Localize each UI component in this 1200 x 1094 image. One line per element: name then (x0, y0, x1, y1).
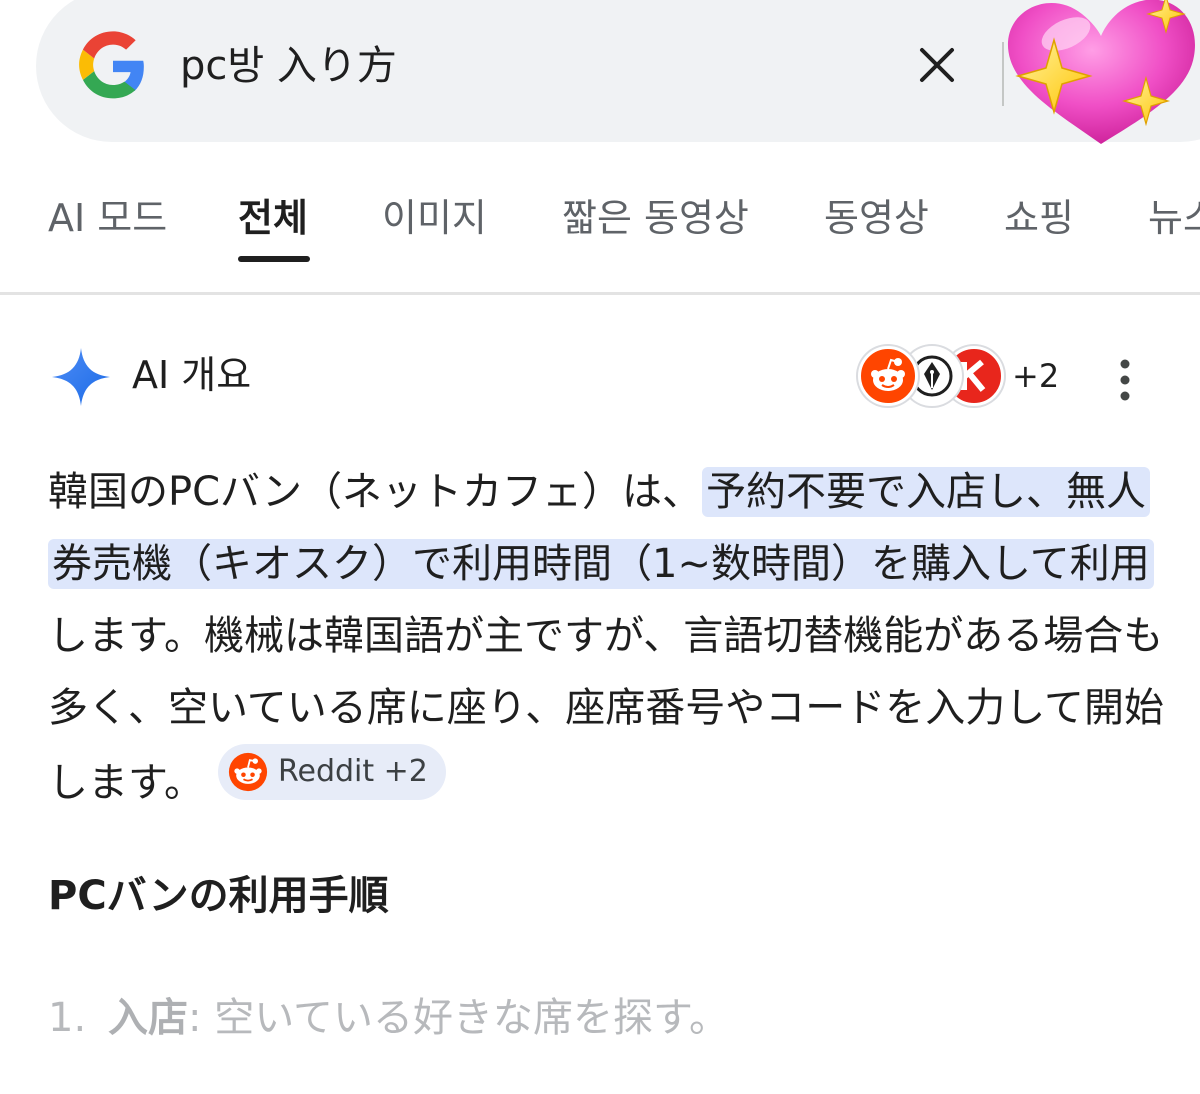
search-results-page: pc방 入り方 AI 모드 전체 이미지 짧은 동영상 동영상 쇼핑 뉴 AI … (0, 0, 1200, 1094)
source-avatars[interactable] (856, 346, 1006, 410)
list-item-text: : 空いている好きな席を探す。 (188, 995, 729, 1041)
tab-shopping[interactable]: 쇼핑 (1004, 192, 1074, 244)
sources-extra-count[interactable]: +2 (1012, 354, 1059, 398)
tab-short-videos[interactable]: 짧은 동영상 (562, 192, 749, 244)
more-vert-icon[interactable] (1106, 356, 1144, 404)
close-icon[interactable] (912, 40, 962, 90)
tab-ai-mode[interactable]: AI 모드 (48, 192, 167, 244)
search-tabs: AI 모드 전체 이미지 짧은 동영상 동영상 쇼핑 뉴스 (0, 188, 1200, 296)
list-item-number: 1. (48, 995, 87, 1041)
ai-overview-title: AI 개요 (132, 353, 252, 397)
tabs-divider (0, 292, 1200, 295)
gemini-spark-icon (52, 348, 110, 406)
source-chip[interactable]: Reddit +2 (218, 744, 446, 800)
list-item: 1. 入店: 空いている好きな席を探す。 (48, 990, 729, 1046)
tab-images[interactable]: 이미지 (382, 192, 487, 244)
reddit-icon (228, 752, 268, 792)
list-item-term: 入店 (108, 995, 188, 1041)
paragraph-intro: 韓国のPCバン（ネットカフェ）は、 (48, 469, 703, 515)
reddit-icon (858, 346, 918, 406)
ai-overview-paragraph: 韓国のPCバン（ネットカフェ）は、 予約不要で入店し、無人券売機（キオスク）で利用… (48, 456, 1178, 819)
search-query-text[interactable]: pc방 入り方 (180, 38, 397, 94)
source-chip-label: Reddit +2 (278, 754, 428, 789)
tab-news[interactable]: 뉴스 (1148, 192, 1200, 244)
active-tab-indicator (238, 256, 310, 262)
sparkling-heart-emoji-icon (1007, 0, 1195, 144)
google-logo-icon[interactable] (76, 29, 150, 103)
tab-videos[interactable]: 동영상 (824, 192, 929, 244)
section-heading: PCバンの利用手順 (48, 873, 389, 919)
paragraph-rest: します。機械は韓国語が主ですが、言語切替機能がある場合も多く、空いている席に座り… (48, 613, 1164, 806)
tab-all[interactable]: 전체 (238, 192, 308, 244)
